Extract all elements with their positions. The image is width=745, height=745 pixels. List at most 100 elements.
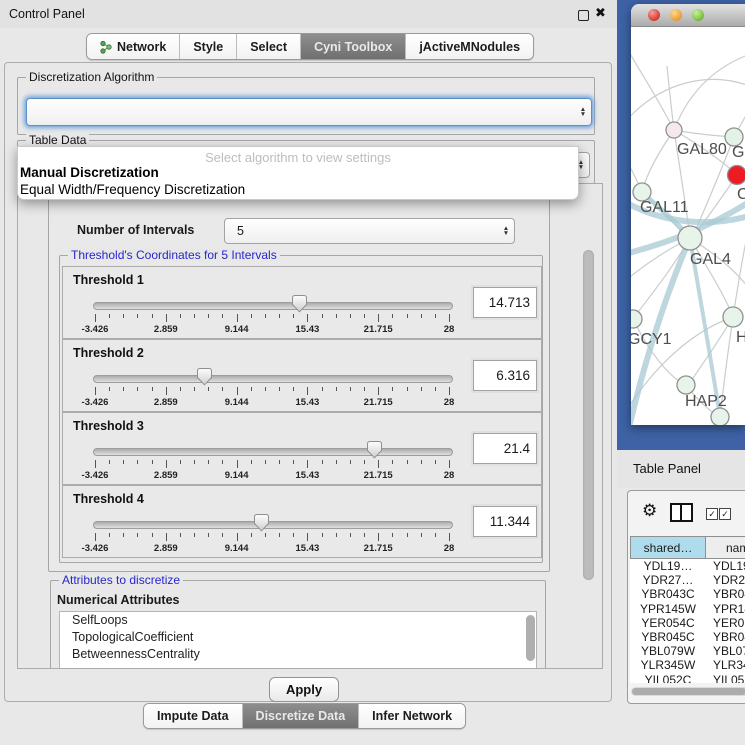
slider-track[interactable] bbox=[93, 302, 453, 310]
slider-thumb[interactable] bbox=[367, 441, 382, 459]
node-label: GAL11 bbox=[640, 199, 689, 216]
cell-name[interactable]: YPR145W bbox=[706, 602, 745, 616]
attribute-list-item[interactable]: TopologicalCoefficient bbox=[60, 629, 536, 646]
attribute-list-item[interactable]: BetweennessCentrality bbox=[60, 646, 536, 663]
cell-name[interactable]: YER054C bbox=[706, 616, 745, 630]
zoom-traffic-light-icon[interactable] bbox=[692, 9, 704, 21]
cell-shared-name[interactable]: YDR27… bbox=[630, 573, 706, 587]
numerical-attributes-list[interactable]: SelfLoopsTopologicalCoefficientBetweenne… bbox=[59, 611, 537, 669]
tab-style[interactable]: Style bbox=[180, 34, 237, 59]
slider-track[interactable] bbox=[93, 448, 453, 456]
slider-tick bbox=[109, 460, 110, 464]
scrollbar-thumb[interactable] bbox=[632, 688, 745, 695]
red-node[interactable] bbox=[728, 166, 745, 185]
cell-name[interactable]: YBR043C bbox=[706, 587, 745, 601]
network-edge[interactable] bbox=[631, 79, 745, 121]
slider-thumb[interactable] bbox=[197, 368, 212, 386]
cell-shared-name[interactable]: YBR045C bbox=[630, 630, 706, 644]
cell-shared-name[interactable]: YBR043C bbox=[630, 587, 706, 601]
num-intervals-combobox[interactable]: 5 ▲▼ bbox=[224, 218, 515, 244]
network-edge[interactable] bbox=[642, 130, 674, 192]
cell-shared-name[interactable]: YIL052C bbox=[630, 673, 706, 684]
network-window-titlebar[interactable] bbox=[631, 4, 745, 27]
close-icon[interactable]: ✖ bbox=[595, 5, 606, 21]
tab-cyni-toolbox[interactable]: Cyni Toolbox bbox=[301, 34, 406, 59]
dropdown-option-equal-width[interactable]: Equal Width/Frequency Discretization bbox=[20, 182, 245, 197]
minimize-traffic-light-icon[interactable] bbox=[670, 9, 682, 21]
network-edge[interactable] bbox=[674, 56, 745, 130]
combo-stepper-icon[interactable]: ▲▼ bbox=[498, 226, 514, 236]
tab-select[interactable]: Select bbox=[237, 34, 301, 59]
tab-network[interactable]: Network bbox=[87, 34, 180, 59]
cell-name[interactable]: YLR345W bbox=[706, 658, 745, 672]
float-window-icon[interactable] bbox=[578, 10, 589, 21]
cell-name[interactable]: YBL079W bbox=[706, 644, 745, 658]
bottom-node[interactable] bbox=[711, 408, 729, 425]
table-row[interactable]: YDL19…YDL19… bbox=[630, 559, 745, 573]
slider-tick bbox=[222, 387, 223, 391]
threshold-label: Threshold 3 bbox=[73, 419, 144, 433]
dropdown-option-manual[interactable]: Manual Discretization bbox=[20, 165, 159, 180]
cell-name[interactable]: YDR27… bbox=[706, 573, 745, 587]
panel-title: Control Panel bbox=[9, 7, 85, 21]
cell-shared-name[interactable]: YBL079W bbox=[630, 644, 706, 658]
gear-icon[interactable]: ⚙ bbox=[642, 501, 657, 521]
table-row[interactable]: YBR045CYBR045C bbox=[630, 630, 745, 644]
table-row[interactable]: YDR27…YDR27… bbox=[630, 573, 745, 587]
tick-label: 21.715 bbox=[364, 543, 393, 554]
column-header-name[interactable]: name bbox=[706, 536, 745, 559]
slider-thumb[interactable] bbox=[254, 514, 269, 532]
settings-vertical-scrollbar[interactable] bbox=[583, 250, 594, 580]
table-row[interactable]: YER054CYER054C bbox=[630, 616, 745, 630]
algorithm-combobox[interactable]: ▲▼ bbox=[26, 98, 592, 126]
combo-stepper-icon[interactable]: ▲▼ bbox=[575, 107, 591, 117]
table-row[interactable]: YPR145WYPR145W bbox=[630, 602, 745, 616]
columns-icon[interactable] bbox=[670, 503, 693, 522]
threshold-value-field[interactable]: 6.316 bbox=[473, 360, 537, 391]
close-traffic-light-icon[interactable] bbox=[648, 9, 660, 21]
control-panel-titlebar bbox=[0, 0, 617, 28]
GAL4-node[interactable] bbox=[678, 226, 702, 250]
tab-impute-data[interactable]: Impute Data bbox=[144, 704, 243, 728]
checkbox-icon[interactable]: ✓ bbox=[706, 508, 718, 520]
tab-jactivemnodules[interactable]: jActiveMNodules bbox=[406, 34, 533, 59]
table-row[interactable]: YLR345WYLR345W bbox=[630, 658, 745, 672]
threshold-panel: Threshold 1-3.4262.8599.14415.4321.71528… bbox=[62, 266, 542, 339]
checkbox-icon[interactable]: ✓ bbox=[719, 508, 731, 520]
GCY1-node[interactable] bbox=[631, 310, 642, 328]
network-graph[interactable]: GAL80GCGAL11GAL4GCY1HHAP2 bbox=[631, 26, 745, 425]
slider-tick bbox=[435, 533, 436, 537]
GAL80-node[interactable] bbox=[666, 122, 682, 138]
table-row[interactable]: YIL052CYIL052C bbox=[630, 673, 745, 684]
network-edge[interactable] bbox=[631, 46, 674, 130]
threshold-value-field[interactable]: 14.713 bbox=[473, 287, 537, 318]
slider-tick bbox=[293, 387, 294, 391]
cell-shared-name[interactable]: YLR345W bbox=[630, 658, 706, 672]
cell-shared-name[interactable]: YER054C bbox=[630, 616, 706, 630]
HAP2-node[interactable] bbox=[677, 376, 695, 394]
threshold-value-field[interactable]: 11.344 bbox=[473, 506, 537, 537]
slider-tick bbox=[237, 314, 238, 322]
threshold-value-field[interactable]: 21.4 bbox=[473, 433, 537, 464]
tab-discretize-data[interactable]: Discretize Data bbox=[243, 704, 360, 728]
slider-track[interactable] bbox=[93, 375, 453, 383]
cell-name[interactable]: YDL19… bbox=[706, 559, 745, 573]
list-scrollbar[interactable] bbox=[526, 615, 535, 661]
tick-label: 9.144 bbox=[225, 397, 249, 408]
tab-infer-network[interactable]: Infer Network bbox=[359, 704, 465, 728]
network-edge[interactable] bbox=[667, 66, 674, 130]
column-header-shared-name[interactable]: shared… bbox=[630, 536, 706, 559]
attribute-list-item[interactable]: SelfLoops bbox=[60, 612, 536, 629]
slider-track[interactable] bbox=[93, 521, 453, 529]
right-node[interactable] bbox=[723, 307, 743, 327]
table-row[interactable]: YBR043CYBR043C bbox=[630, 587, 745, 601]
cell-shared-name[interactable]: YPR145W bbox=[630, 602, 706, 616]
apply-button[interactable]: Apply bbox=[269, 677, 339, 702]
slider-tick bbox=[194, 533, 195, 537]
slider-thumb[interactable] bbox=[292, 295, 307, 313]
cell-shared-name[interactable]: YDL19… bbox=[630, 559, 706, 573]
table-row[interactable]: YBL079WYBL079W bbox=[630, 644, 745, 658]
cell-name[interactable]: YBR045C bbox=[706, 630, 745, 644]
table-horizontal-scrollbar[interactable] bbox=[631, 687, 745, 696]
cell-name[interactable]: YIL052C bbox=[706, 673, 745, 684]
